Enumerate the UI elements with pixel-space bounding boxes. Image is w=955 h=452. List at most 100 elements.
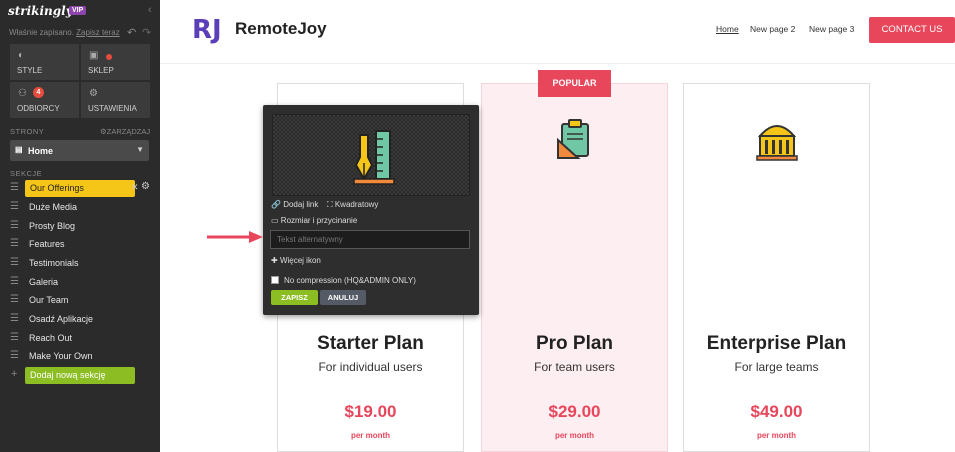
close-icon[interactable]: ✕ bbox=[131, 182, 139, 193]
puzzle-icon: ✚ bbox=[271, 256, 278, 265]
no-compression-checkbox[interactable] bbox=[271, 276, 279, 284]
contact-us-button[interactable]: CONTACT US bbox=[869, 17, 955, 43]
cancel-button[interactable]: ANULUJ bbox=[320, 290, 366, 305]
sidebar-section[interactable]: ☰ Reach Out bbox=[10, 330, 150, 347]
tile-settings[interactable]: ⚙ USTAWIENIA bbox=[81, 82, 150, 118]
drag-handle-icon[interactable]: ☰ bbox=[10, 276, 19, 287]
tile-shop-label: SKLEP bbox=[88, 66, 114, 75]
link-icon: 🔗 bbox=[271, 200, 281, 209]
plan-period: per month bbox=[350, 431, 391, 440]
sidebar-section[interactable]: ☰ Make Your Own bbox=[10, 348, 150, 365]
drag-handle-icon[interactable]: ☰ bbox=[10, 220, 19, 231]
sidebar-section[interactable]: ☰ Testimonials bbox=[10, 255, 150, 272]
gear-icon: ⚙ bbox=[100, 127, 107, 136]
drag-handle-icon[interactable]: ☰ bbox=[10, 332, 19, 343]
plan-subtitle: For large teams bbox=[734, 360, 819, 374]
chevron-down-icon: ▼ bbox=[136, 145, 144, 154]
plan-price: $29.00 bbox=[548, 402, 601, 421]
image-preview[interactable] bbox=[272, 114, 470, 196]
redo-icon[interactable]: ↷ bbox=[142, 26, 151, 39]
plan-subtitle: For team users bbox=[534, 360, 615, 374]
section-label: Osadź Aplikacje bbox=[29, 314, 94, 324]
add-section-row: + Dodaj nową sekcję bbox=[10, 367, 150, 384]
notification-dot bbox=[106, 54, 112, 60]
tile-audience-label: ODBIORCY bbox=[17, 104, 60, 113]
resize-crop-button[interactable]: ▭ Rozmiar i przycinanie bbox=[271, 216, 357, 225]
drag-handle-icon[interactable]: ☰ bbox=[10, 182, 19, 193]
saved-text: Właśnie zapisano. bbox=[9, 28, 74, 37]
drag-handle-icon[interactable]: ☰ bbox=[10, 257, 19, 268]
section-label: Reach Out bbox=[29, 333, 73, 343]
plan-price: $49.00 bbox=[750, 402, 803, 421]
nav-page-3[interactable]: New page 3 bbox=[809, 24, 854, 34]
manage-pages-link[interactable]: ⚙ZARZĄDZAJ bbox=[100, 127, 150, 136]
shop-bag-icon: ▣ bbox=[89, 50, 99, 61]
section-label: Duże Media bbox=[29, 202, 78, 212]
plan-period: per month bbox=[756, 431, 797, 440]
save-now-link[interactable]: Zapisz teraz bbox=[76, 28, 120, 37]
brand-logo-icon: RJ bbox=[192, 15, 222, 45]
sidebar-section[interactable]: ☰ Galeria bbox=[10, 274, 150, 291]
section-label: Features bbox=[29, 239, 65, 249]
undo-icon[interactable]: ↶ bbox=[127, 26, 136, 39]
nav-page-2[interactable]: New page 2 bbox=[750, 24, 795, 34]
editor-sidebar: strikingly VIP ‹ Właśnie zapisano. Zapis… bbox=[0, 0, 160, 452]
brand-mark-text: RJ bbox=[192, 15, 222, 45]
plus-icon: + bbox=[11, 368, 18, 380]
sidebar-section[interactable]: ☰ Duże Media bbox=[10, 199, 150, 216]
nav-home[interactable]: Home bbox=[716, 24, 739, 34]
brand-name: RemoteJoy bbox=[235, 19, 327, 38]
drag-handle-icon[interactable]: ☰ bbox=[10, 201, 19, 212]
sidebar-logo-row: strikingly VIP ‹ bbox=[8, 4, 158, 20]
document-icon: ▤ bbox=[15, 145, 23, 154]
sidebar-section[interactable]: ☰ Prosty Blog bbox=[10, 218, 150, 235]
save-button[interactable]: ZAPISZ bbox=[271, 290, 318, 305]
sidebar-section-our-offerings[interactable]: ☰ Our Offerings ✕ ⚙ bbox=[10, 180, 150, 197]
strikingly-logo: strikingly bbox=[8, 4, 73, 18]
section-label: Our Offerings bbox=[30, 183, 84, 193]
audience-count-badge: 4 bbox=[33, 87, 44, 98]
building-icon bbox=[756, 125, 798, 161]
pages-heading: STRONY bbox=[10, 127, 45, 136]
sidebar-section[interactable]: ☰ Osadź Aplikacje bbox=[10, 311, 150, 328]
drag-handle-icon[interactable]: ☰ bbox=[10, 238, 19, 249]
drag-handle-icon[interactable]: ☰ bbox=[10, 294, 19, 305]
square-label: Kwadratowy bbox=[334, 200, 379, 209]
tile-audience[interactable]: ⚇ 4 ODBIORCY bbox=[10, 82, 79, 118]
add-link-label: Dodaj link bbox=[283, 200, 319, 209]
site-header: RJ RemoteJoy Home New page 2 New page 3 … bbox=[160, 0, 955, 64]
add-section-button[interactable]: Dodaj nową sekcję bbox=[25, 367, 135, 384]
section-label: Make Your Own bbox=[29, 351, 93, 361]
chevron-left-icon[interactable]: ‹ bbox=[148, 4, 152, 16]
sidebar-tiles: ◐ STYLE ▣ SKLEP ⚇ 4 ODBIORCY ⚙ USTAWIENI… bbox=[10, 44, 150, 118]
manage-label: ZARZĄDZAJ bbox=[106, 127, 151, 136]
sidebar-section[interactable]: ☰ Features bbox=[10, 236, 150, 253]
gear-icon[interactable]: ⚙ bbox=[141, 181, 150, 192]
page-selector[interactable]: ▤ Home ▼ bbox=[10, 140, 149, 161]
tile-style[interactable]: ◐ STYLE bbox=[10, 44, 79, 80]
save-status: Właśnie zapisano. Zapisz teraz bbox=[9, 28, 120, 37]
pricing-card-enterprise: Enterprise Plan For large teams $49.00 p… bbox=[683, 83, 870, 452]
sections-heading: SEKCJE bbox=[10, 169, 43, 178]
add-link-button[interactable]: 🔗 Dodaj link bbox=[271, 200, 318, 209]
more-icons-label: Więcej ikon bbox=[279, 256, 321, 265]
popular-badge: POPULAR bbox=[538, 70, 611, 97]
image-icon: ▭ bbox=[271, 216, 279, 225]
plan-title: Pro Plan bbox=[535, 333, 614, 354]
section-label: Our Team bbox=[29, 295, 69, 305]
tile-style-label: STYLE bbox=[17, 66, 43, 75]
square-icon: ⛶ bbox=[327, 200, 333, 209]
more-icons-button[interactable]: ✚ Więcej ikon bbox=[271, 256, 321, 265]
tile-shop[interactable]: ▣ SKLEP bbox=[81, 44, 150, 80]
app-root: strikingly VIP ‹ Właśnie zapisano. Zapis… bbox=[0, 0, 955, 452]
square-crop-button[interactable]: ⛶ Kwadratowy bbox=[327, 200, 378, 210]
image-editor-popup: 🔗 Dodaj link ⛶ Kwadratowy ▭ Rozmiar i pr… bbox=[263, 105, 479, 315]
sidebar-section[interactable]: ☰ Our Team bbox=[10, 292, 150, 309]
plan-subtitle: For individual users bbox=[318, 360, 423, 374]
drag-handle-icon[interactable]: ☰ bbox=[10, 350, 19, 361]
tile-settings-label: USTAWIENIA bbox=[88, 104, 137, 113]
alt-text-input[interactable] bbox=[270, 230, 470, 249]
drag-handle-icon[interactable]: ☰ bbox=[10, 313, 19, 324]
plan-title: Starter Plan bbox=[317, 333, 424, 354]
plan-period: per month bbox=[554, 431, 595, 440]
